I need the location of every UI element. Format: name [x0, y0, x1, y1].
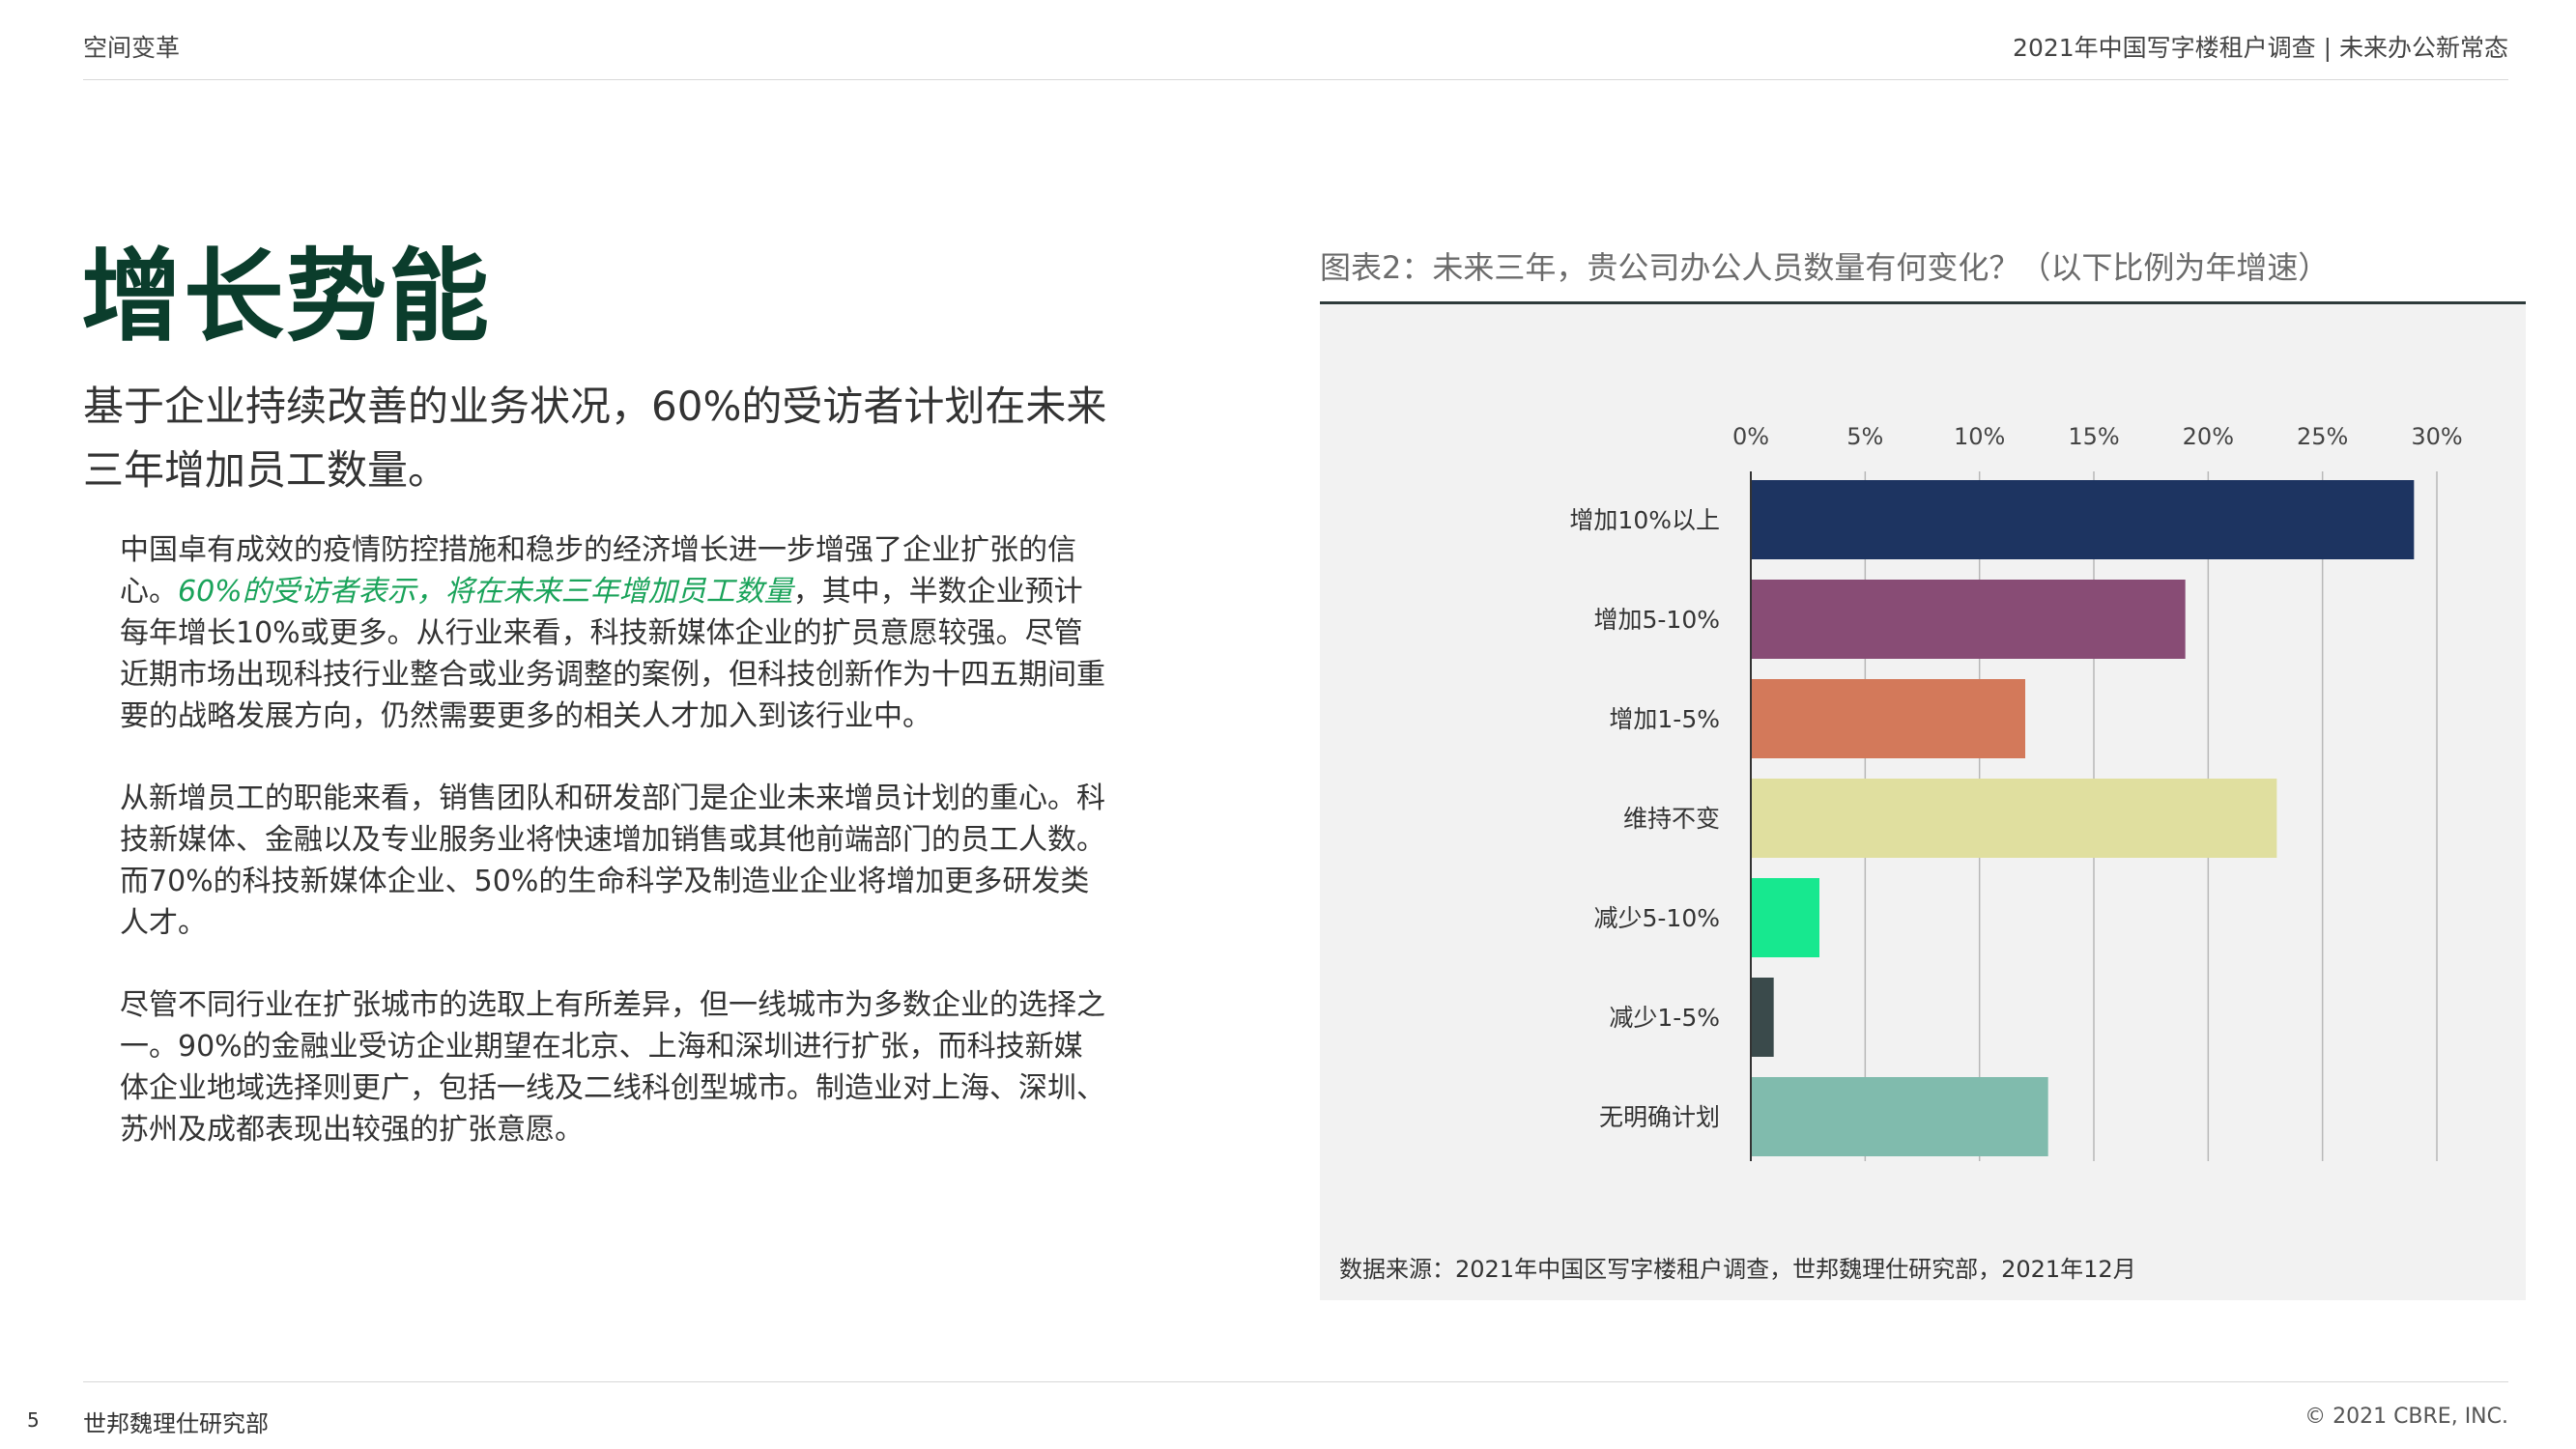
- footer-divider: [83, 1381, 2508, 1382]
- footer-org: 世邦魏理仕研究部: [83, 1410, 269, 1437]
- x-tick-label: 30%: [2411, 423, 2462, 450]
- bar: [1751, 978, 1774, 1057]
- x-tick-label: 5%: [1846, 423, 1883, 450]
- bar: [1751, 679, 2025, 758]
- bar: [1751, 779, 2277, 858]
- x-tick-label: 10%: [1954, 423, 2005, 450]
- x-tick-label: 20%: [2183, 423, 2234, 450]
- bar: [1751, 878, 1819, 957]
- category-label: 维持不变: [1623, 805, 1720, 833]
- category-label: 增加1-5%: [1609, 705, 1720, 733]
- category-label: 增加5-10%: [1594, 606, 1721, 634]
- x-tick-label: 25%: [2297, 423, 2348, 450]
- category-label: 减少5-10%: [1594, 904, 1721, 932]
- bar: [1751, 480, 2415, 559]
- chart-source: 数据来源：2021年中国区写字楼租户调查，世邦魏理仕研究部，2021年12月: [1339, 1256, 2136, 1283]
- footer-copyright: © 2021 CBRE, INC.: [2304, 1405, 2508, 1429]
- page-number: 5: [27, 1408, 40, 1432]
- bar: [1751, 580, 2186, 659]
- x-tick-label: 0%: [1732, 423, 1769, 450]
- bar-chart: 0% 5% 10% 15% 20% 25% 30% 增加10%以上增加5-10% 增加1-5% 维…: [1569, 423, 2463, 1161]
- bar: [1751, 1077, 2048, 1156]
- category-label: 无明确计划: [1599, 1103, 1720, 1131]
- category-label: 减少1-5%: [1609, 1004, 1720, 1032]
- x-tick-label: 15%: [2068, 423, 2119, 450]
- category-label: 增加10%以上: [1569, 506, 1720, 534]
